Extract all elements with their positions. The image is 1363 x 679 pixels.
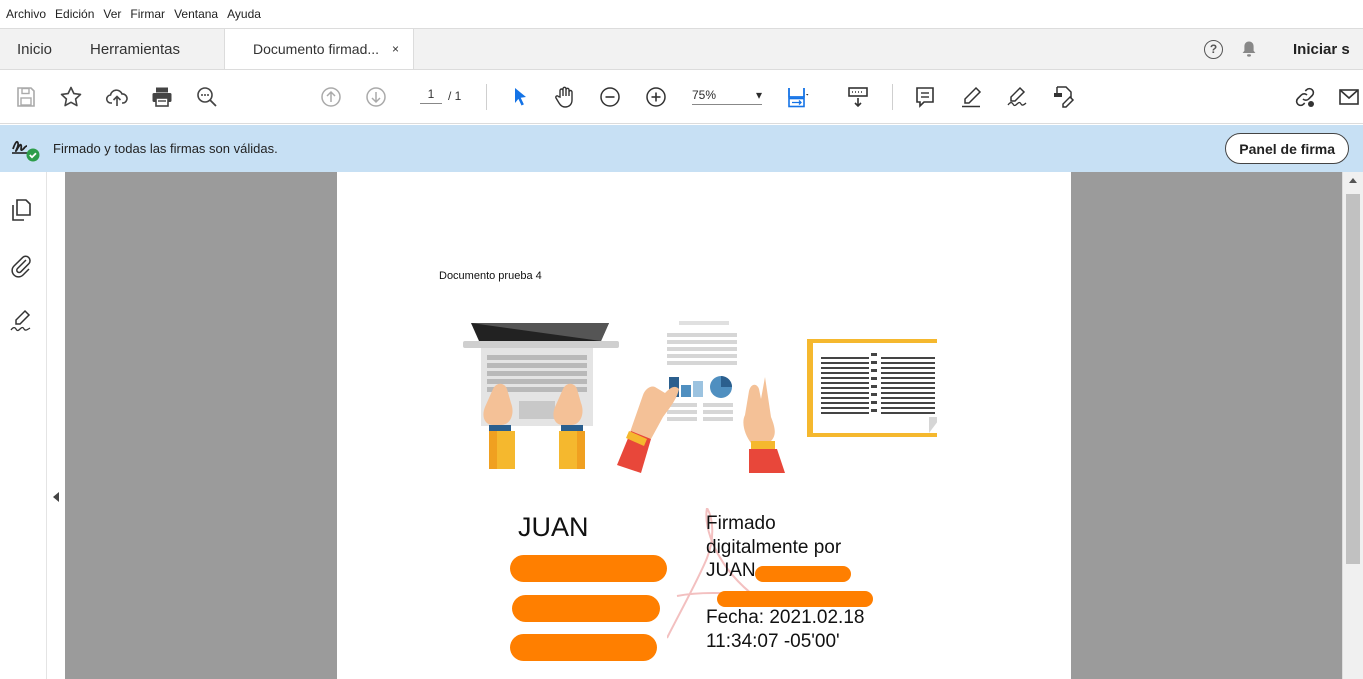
close-icon[interactable]: × (392, 42, 399, 56)
document-illustration (463, 321, 937, 473)
menu-firmar[interactable]: Firmar (130, 7, 165, 21)
pane-collapse-handle[interactable] (46, 172, 65, 679)
cloud-upload-icon[interactable] (103, 83, 131, 111)
save-icon[interactable] (12, 83, 40, 111)
signin-button[interactable]: Iniciar s (1293, 41, 1363, 58)
signature-details: Firmado digitalmente por JUAN Fecha: 202… (706, 512, 864, 653)
vertical-scrollbar[interactable] (1342, 172, 1363, 679)
attachment-icon[interactable] (8, 252, 34, 278)
redaction-mark (510, 634, 657, 661)
document-title: Documento prueba 4 (439, 270, 542, 282)
chevron-left-icon (53, 492, 59, 502)
previous-page-icon[interactable] (317, 83, 345, 111)
scroll-mode-icon[interactable] (844, 83, 872, 111)
tab-document-label: Documento firmad... (253, 41, 380, 57)
redaction-mark (717, 591, 873, 607)
zoom-value: 75% (692, 88, 717, 102)
signature-status-bar: Firmado y todas las firmas son válidas. … (0, 125, 1363, 172)
share-link-icon[interactable] (1291, 83, 1319, 111)
next-page-icon[interactable] (362, 83, 390, 111)
chevron-down-icon: ▾ (755, 88, 762, 102)
menu-archivo[interactable]: Archivo (6, 7, 46, 21)
signature-detail-line: 11:34:07 -05'00' (706, 630, 840, 652)
highlight-pen-icon[interactable] (957, 83, 985, 111)
hand-tool-icon[interactable] (551, 83, 579, 111)
fit-page-icon[interactable] (784, 83, 812, 111)
redaction-mark (510, 555, 667, 582)
signature-panel-icon[interactable] (8, 308, 34, 334)
document-workspace: Documento prueba 4 JUAN Firmado digitalm… (65, 172, 1342, 679)
scroll-up-icon[interactable] (1349, 178, 1357, 183)
redaction-mark (512, 595, 660, 622)
tab-tools[interactable]: Herramientas (88, 29, 224, 69)
signature-valid-icon (10, 135, 40, 163)
signer-name: JUAN (518, 512, 589, 542)
toolbar-divider (892, 84, 893, 110)
email-icon[interactable] (1335, 83, 1363, 111)
page-total: / 1 (448, 88, 462, 103)
toolbar: 1 / 1 75% ▾ (0, 70, 1363, 124)
page-navigator: 1 / 1 (420, 87, 461, 104)
menu-ayuda[interactable]: Ayuda (227, 7, 261, 21)
signature-panel-button[interactable]: Panel de firma (1225, 133, 1349, 164)
menu-edicion[interactable]: Edición (55, 7, 94, 21)
search-zoom-icon[interactable] (193, 83, 221, 111)
sign-icon[interactable] (1003, 83, 1031, 111)
menu-bar: Archivo Edición Ver Firmar Ventana Ayuda (0, 0, 1363, 28)
toolbar-divider (486, 84, 487, 110)
redaction-mark (755, 566, 851, 582)
menu-ver[interactable]: Ver (103, 7, 121, 21)
scrollbar-thumb[interactable] (1346, 194, 1360, 564)
comment-icon[interactable] (911, 83, 939, 111)
page-number-input[interactable]: 1 (420, 87, 442, 104)
menu-ventana[interactable]: Ventana (174, 7, 218, 21)
pdf-page: Documento prueba 4 JUAN Firmado digitalm… (337, 172, 1071, 679)
zoom-select[interactable]: 75% ▾ (692, 88, 762, 105)
left-navigation-pane (0, 172, 65, 679)
signature-detail-line: digitalmente por (706, 536, 842, 558)
signature-status-message: Firmado y todas las firmas son válidas. (53, 141, 278, 156)
header-actions: ? Iniciar s (1204, 29, 1363, 69)
fill-sign-icon[interactable] (1050, 83, 1078, 111)
bookmark-star-icon[interactable] (57, 83, 85, 111)
signature-detail-line: Firmado (706, 513, 776, 534)
print-icon[interactable] (148, 83, 176, 111)
zoom-out-icon[interactable] (596, 83, 624, 111)
tab-bar: Inicio Herramientas Documento firmad... … (0, 28, 1363, 70)
select-cursor-icon[interactable] (506, 83, 534, 111)
help-icon[interactable]: ? (1204, 39, 1223, 59)
bell-icon[interactable] (1241, 40, 1257, 58)
tab-document[interactable]: Documento firmad... × (224, 29, 414, 69)
tab-home[interactable]: Inicio (0, 29, 88, 69)
zoom-in-icon[interactable] (642, 83, 670, 111)
signature-detail-line: Fecha: 2021.02.18 (706, 607, 865, 628)
page-thumbnails-icon[interactable] (8, 197, 34, 223)
